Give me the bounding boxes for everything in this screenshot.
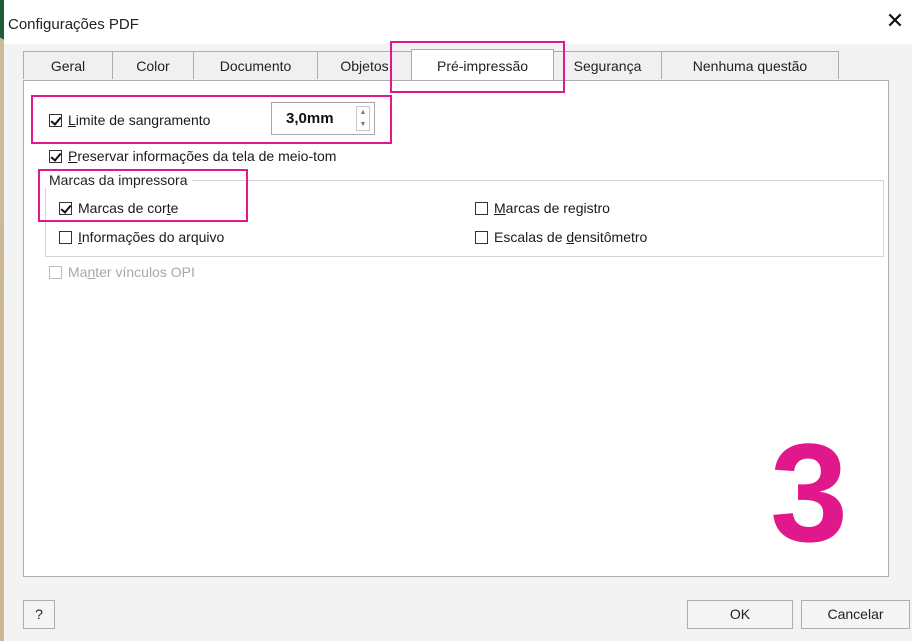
registration-marks-label: Marcas de registro xyxy=(494,200,610,216)
printer-marks-group xyxy=(45,180,884,257)
halftone-text: reservar informações da tela de meio-tom xyxy=(77,148,337,164)
pdf-settings-dialog: Configurações PDF ✕ Geral Color Document… xyxy=(0,0,912,641)
halftone-mnemonic: P xyxy=(68,148,78,164)
bleed-limit-label: Limite de sangramento xyxy=(68,112,210,128)
spin-up-icon[interactable]: ▲ xyxy=(357,107,369,119)
tab-documento[interactable]: Documento xyxy=(193,51,318,79)
densitometer-text-a: Escalas de xyxy=(494,229,567,245)
bleed-limit-text: imite de sangramento xyxy=(75,112,211,128)
densitometer-text-b: ensitômetro xyxy=(574,229,648,245)
cancel-button[interactable]: Cancelar xyxy=(801,600,910,629)
densitometer-label: Escalas de densitômetro xyxy=(494,229,647,245)
bleed-limit-mnemonic: L xyxy=(68,112,76,128)
file-info-checkbox[interactable] xyxy=(59,230,72,244)
bleed-limit-option[interactable]: Limite de sangramento xyxy=(49,112,210,128)
bleed-size-value[interactable]: 3,0mm xyxy=(286,110,334,127)
registration-marks-text: arcas de registro xyxy=(505,200,610,216)
registration-marks-mnemonic: M xyxy=(494,200,506,216)
bleed-size-stepper[interactable]: ▲ ▼ xyxy=(356,106,370,131)
help-button[interactable]: ? xyxy=(23,600,55,629)
title-bar: Configurações PDF ✕ xyxy=(4,0,912,44)
opi-text-a: Ma xyxy=(68,264,88,280)
bleed-limit-checkbox[interactable] xyxy=(49,113,62,127)
tab-objetos[interactable]: Objetos xyxy=(317,51,412,79)
dialog-title: Configurações PDF xyxy=(8,16,139,33)
opi-text-b: ter vínculos OPI xyxy=(95,264,195,280)
registration-marks-checkbox[interactable] xyxy=(475,201,488,215)
ok-button[interactable]: OK xyxy=(687,600,793,629)
halftone-option[interactable]: Preservar informações da tela de meio-to… xyxy=(49,148,336,164)
densitometer-checkbox[interactable] xyxy=(475,230,488,244)
registration-marks-option[interactable]: Marcas de registro xyxy=(475,200,610,216)
opi-links-label: Manter vínculos OPI xyxy=(68,264,195,280)
file-info-text: nformações do arquivo xyxy=(81,229,225,245)
tab-color[interactable]: Color xyxy=(112,51,194,79)
file-info-option[interactable]: Informações do arquivo xyxy=(59,229,224,245)
tab-strip: Geral Color Documento Objetos Pré-impres… xyxy=(23,49,843,81)
spin-down-icon[interactable]: ▼ xyxy=(357,119,369,131)
crop-marks-label: Marcas de corte xyxy=(78,200,178,216)
file-info-label: Informações do arquivo xyxy=(78,229,224,245)
halftone-checkbox[interactable] xyxy=(49,149,62,163)
bleed-size-spinbox[interactable]: 3,0mm ▲ ▼ xyxy=(271,102,375,135)
crop-marks-text-a: Marcas de cor xyxy=(78,200,167,216)
densitometer-mnemonic: d xyxy=(566,229,575,245)
crop-marks-checkbox[interactable] xyxy=(59,201,72,215)
printer-marks-legend: Marcas da impressora xyxy=(45,172,192,188)
opi-links-option: Manter vínculos OPI xyxy=(49,264,195,280)
crop-marks-option[interactable]: Marcas de corte xyxy=(59,200,178,216)
tab-pre-impressao[interactable]: Pré-impressão xyxy=(411,49,554,80)
step-number-annotation: 3 xyxy=(770,433,848,547)
tab-seguranca[interactable]: Segurança xyxy=(553,51,662,79)
densitometer-option[interactable]: Escalas de densitômetro xyxy=(475,229,647,245)
close-icon[interactable]: ✕ xyxy=(883,10,907,34)
opi-links-checkbox xyxy=(49,265,62,279)
crop-marks-text-b: e xyxy=(170,200,179,216)
halftone-label: Preservar informações da tela de meio-to… xyxy=(68,148,336,164)
tab-nenhuma-questao[interactable]: Nenhuma questão xyxy=(661,51,839,79)
tab-geral[interactable]: Geral xyxy=(23,51,113,79)
step-number-text: 3 xyxy=(770,433,848,547)
